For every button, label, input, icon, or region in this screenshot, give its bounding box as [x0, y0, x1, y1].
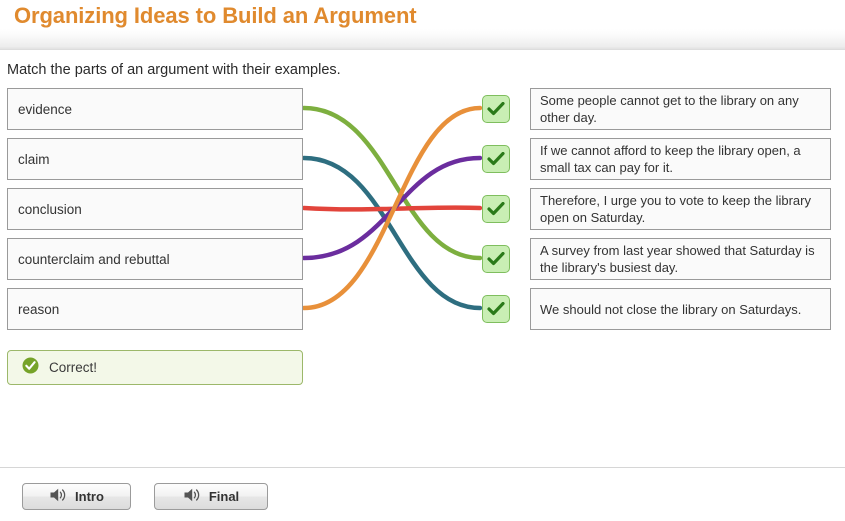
page-title: Organizing Ideas to Build an Argument: [14, 3, 417, 28]
left-item-evidence[interactable]: evidence: [7, 88, 303, 130]
result-marker-3: [482, 195, 510, 223]
left-terms-column: evidence claim conclusion counterclaim a…: [7, 88, 303, 338]
result-markers-column: [482, 88, 512, 345]
connection-evidence: [301, 105, 483, 261]
left-item-label: counterclaim and rebuttal: [18, 251, 170, 267]
left-item-conclusion[interactable]: conclusion: [7, 188, 303, 230]
result-marker-1: [482, 95, 510, 123]
result-marker-5: [482, 295, 510, 323]
speaker-icon: [49, 487, 67, 506]
final-audio-button[interactable]: Final: [154, 483, 268, 510]
left-item-label: claim: [18, 151, 50, 167]
check-circle-icon: [22, 357, 39, 379]
footer-divider: [0, 467, 845, 468]
final-button-label: Final: [208, 488, 240, 504]
right-item-2[interactable]: If we cannot afford to keep the library …: [530, 138, 831, 180]
right-item-4[interactable]: A survey from last year showed that Satu…: [530, 238, 831, 280]
right-item-1[interactable]: Some people cannot get to the library on…: [530, 88, 831, 130]
instruction-text: Match the parts of an argument with thei…: [7, 62, 341, 78]
check-icon: [487, 102, 505, 116]
speaker-icon: [183, 487, 201, 506]
matching-board: evidence claim conclusion counterclaim a…: [0, 88, 845, 333]
left-item-label: reason: [18, 301, 60, 317]
connection-conclusion: [301, 205, 483, 212]
feedback-banner: Correct!: [7, 350, 303, 385]
left-item-counterclaim-and-rebuttal[interactable]: counterclaim and rebuttal: [7, 238, 303, 280]
right-item-text: If we cannot afford to keep the library …: [540, 143, 801, 175]
check-icon: [487, 202, 505, 216]
left-item-reason[interactable]: reason: [7, 288, 303, 330]
connection-counterclaim: [301, 155, 483, 261]
check-icon: [487, 252, 505, 266]
result-marker-4: [482, 245, 510, 273]
intro-button-label: Intro: [75, 488, 104, 504]
left-item-label: evidence: [18, 101, 73, 117]
right-item-text: Some people cannot get to the library on…: [540, 93, 799, 125]
intro-audio-button[interactable]: Intro: [22, 483, 131, 510]
right-item-5[interactable]: We should not close the library on Satur…: [530, 288, 831, 330]
right-item-text: A survey from last year showed that Satu…: [540, 243, 815, 275]
right-item-text: Therefore, I urge you to vote to keep th…: [540, 193, 811, 225]
feedback-text: Correct!: [49, 360, 98, 375]
connection-claim: [301, 155, 483, 311]
connection-reason: [301, 105, 483, 311]
left-item-label: conclusion: [18, 201, 82, 217]
right-examples-column: Some people cannot get to the library on…: [530, 88, 831, 338]
right-item-3[interactable]: Therefore, I urge you to vote to keep th…: [530, 188, 831, 230]
result-marker-2: [482, 145, 510, 173]
check-icon: [487, 302, 505, 316]
right-item-text: We should not close the library on Satur…: [540, 301, 802, 317]
left-item-claim[interactable]: claim: [7, 138, 303, 180]
check-icon: [487, 152, 505, 166]
